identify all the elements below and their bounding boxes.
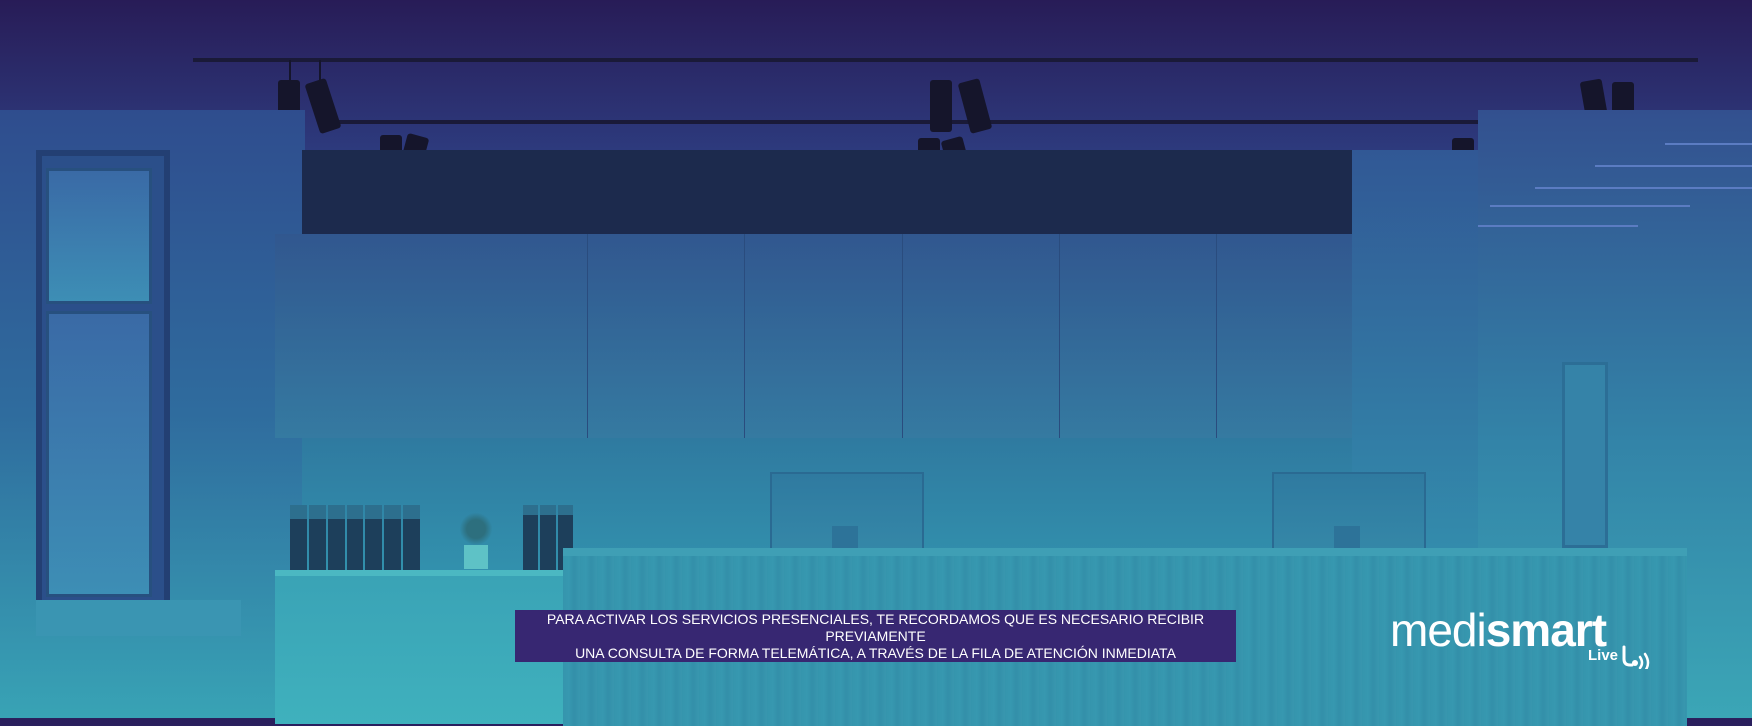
cabinet-door	[901, 234, 1059, 438]
spotlight-icon	[930, 80, 952, 132]
hallway-door	[1562, 362, 1608, 548]
binders	[290, 505, 421, 571]
cabinet-door	[275, 234, 587, 438]
cabinet-door	[587, 234, 744, 438]
hall-light	[1665, 143, 1752, 145]
hall-light	[1535, 187, 1752, 189]
light-rail	[193, 58, 1698, 62]
wall-cabinets	[275, 234, 1373, 438]
hall-light	[1478, 225, 1638, 227]
window-sill	[36, 600, 241, 636]
monitor-stand	[832, 526, 858, 550]
cabinet-door	[744, 234, 901, 438]
logo-brand-light: medi	[1390, 604, 1487, 656]
signal-waves-icon	[1622, 645, 1650, 669]
notice-line-1: PARA ACTIVAR LOS SERVICIOS PRESENCIALES,…	[546, 610, 1205, 644]
window-pane	[46, 311, 152, 597]
hall-light	[1490, 205, 1690, 207]
hall-light	[1595, 165, 1752, 167]
monitor-stand	[1334, 526, 1360, 550]
plant-icon	[460, 512, 492, 546]
plant-pot	[464, 545, 488, 569]
logo-wordmark: medismart	[1390, 604, 1607, 656]
cabinet-door	[1215, 234, 1373, 438]
notice-line-2: UNA CONSULTA DE FORMA TELEMÁTICA, A TRAV…	[575, 644, 1176, 661]
ceiling-recess	[302, 150, 1352, 236]
medismart-live-logo[interactable]: medismart Live	[1390, 605, 1652, 675]
notice-banner: PARA ACTIVAR LOS SERVICIOS PRESENCIALES,…	[515, 610, 1236, 662]
window	[36, 150, 170, 610]
cabinet-door	[1058, 234, 1216, 438]
spotlight-stem	[289, 60, 291, 82]
window-pane	[46, 168, 152, 304]
logo-sub: Live	[1588, 647, 1619, 664]
